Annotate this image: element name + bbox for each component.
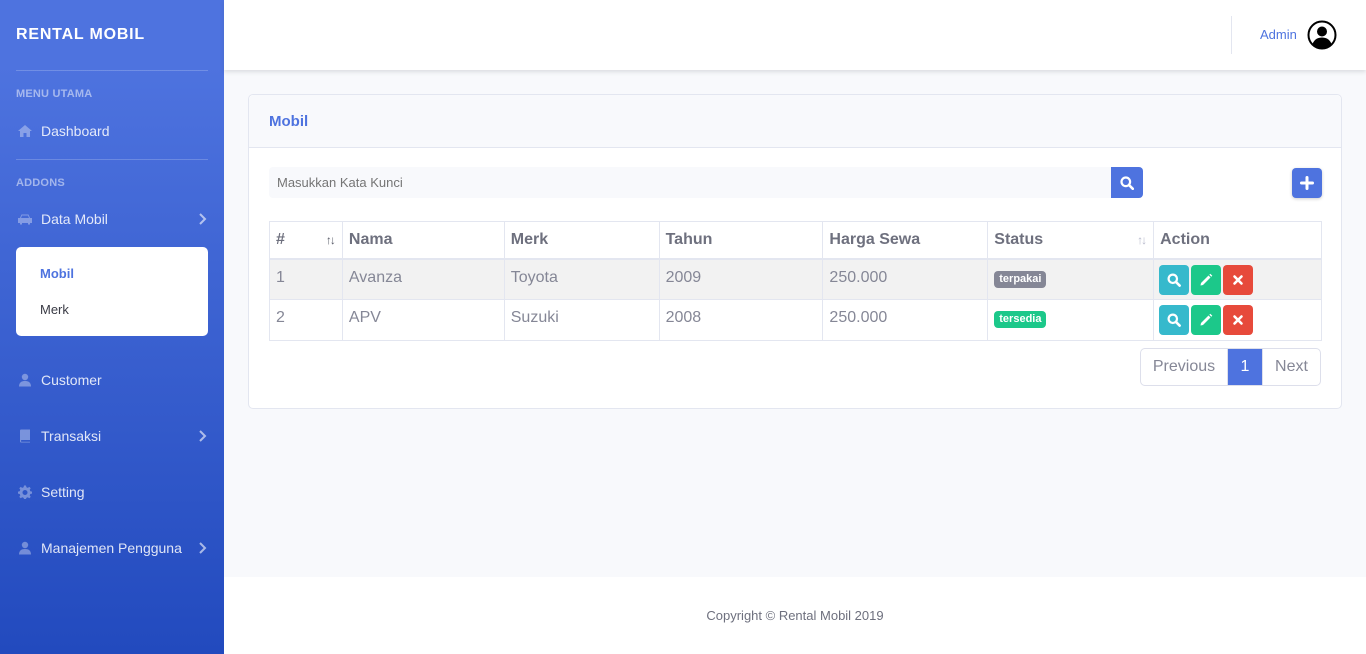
section-heading-menu-utama: MENU UTAMA [16, 88, 93, 100]
cell-number: 1 [269, 258, 343, 300]
sidebar-item-label: Transaksi [41, 428, 102, 444]
column-header-number[interactable]: # ↑↓ [269, 221, 343, 260]
sidebar-item-label: Setting [41, 484, 85, 500]
cell-action [1153, 258, 1322, 300]
column-header-nama[interactable]: Nama [341, 221, 505, 260]
copyright-text: Copyright © Rental Mobil 2019 [706, 608, 884, 623]
cell-tahun: 2009 [658, 258, 824, 300]
column-header-label: Status [994, 230, 1044, 248]
pencil-icon [1200, 273, 1213, 285]
gear-icon [16, 485, 34, 499]
brand-title[interactable]: RENTAL MOBIL [16, 26, 145, 44]
cell-nama: Avanza [341, 258, 505, 300]
user-icon [16, 541, 34, 555]
sidebar: RENTAL MOBIL MENU UTAMA Dashboard ADDONS… [0, 0, 224, 654]
column-header-action: Action [1153, 221, 1322, 260]
add-mobil-button[interactable] [1292, 168, 1322, 198]
view-button[interactable] [1159, 305, 1190, 335]
mobil-table: # ↑↓ Nama Merk Tahun Harga Sewa Status ↑↓ … [269, 221, 1322, 341]
footer: Copyright © Rental Mobil 2019 [224, 577, 1366, 654]
topbar-divider [1231, 16, 1232, 54]
pencil-icon [1200, 313, 1213, 326]
cell-status: terpakai [987, 258, 1155, 300]
sidebar-item-transaksi[interactable]: Transaksi [16, 424, 208, 448]
column-header-harga-sewa[interactable]: Harga Sewa [822, 221, 989, 260]
edit-button[interactable] [1191, 264, 1222, 295]
cell-merk: Toyota [503, 258, 660, 300]
search-icon [1167, 273, 1182, 287]
sidebar-item-setting[interactable]: Setting [16, 480, 208, 504]
chevron-right-icon [196, 212, 208, 226]
sidebar-item-data-mobil[interactable]: Data Mobil [16, 207, 208, 231]
sidebar-divider [16, 159, 208, 160]
chevron-right-icon [196, 541, 208, 555]
sidebar-item-dashboard[interactable]: Dashboard [16, 119, 208, 143]
edit-button[interactable] [1191, 305, 1222, 335]
section-heading-addons: ADDONS [16, 177, 65, 189]
sort-icon: ↑↓ [325, 233, 336, 247]
close-icon [1233, 274, 1243, 285]
car-icon [16, 212, 34, 226]
mobil-card: Mobil # ↑↓ Nama Merk Tahun Harga Sewa Sta… [248, 94, 1342, 409]
pagination-previous[interactable]: Previous [1141, 349, 1228, 385]
search-icon [1120, 175, 1134, 190]
close-icon [1233, 315, 1243, 325]
column-header-merk[interactable]: Merk [503, 221, 660, 260]
user-name[interactable]: Admin [1260, 27, 1297, 42]
cell-status: tersedia [987, 299, 1155, 341]
search-button[interactable] [1111, 167, 1143, 198]
user-icon [16, 373, 34, 387]
card-header: Mobil [249, 95, 1341, 148]
delete-button[interactable] [1223, 305, 1254, 335]
submenu-item-merk[interactable]: Merk [40, 302, 69, 317]
plus-icon [1300, 176, 1314, 190]
sidebar-item-label: Manajemen Pengguna [41, 540, 182, 556]
sidebar-item-label: Customer [41, 372, 102, 388]
submenu-item-mobil[interactable]: Mobil [40, 266, 74, 281]
book-icon [16, 429, 34, 443]
cell-tahun: 2008 [658, 299, 824, 341]
table-row: 2 APV Suzuki 2008 250.000 tersedia [269, 299, 1322, 341]
pagination-page-1[interactable]: 1 [1228, 349, 1262, 385]
pagination-next[interactable]: Next [1262, 349, 1320, 385]
column-header-label: # [276, 230, 285, 248]
sidebar-item-manajemen-pengguna[interactable]: Manajemen Pengguna [16, 536, 208, 560]
cell-number: 2 [269, 299, 343, 341]
submenu-data-mobil: Mobil Merk [16, 247, 208, 336]
avatar[interactable] [1307, 20, 1337, 50]
search-input[interactable] [269, 167, 1111, 198]
user-circle-icon [1307, 20, 1337, 50]
table-header-row: # ↑↓ Nama Merk Tahun Harga Sewa Status ↑↓ … [269, 221, 1322, 260]
cell-harga-sewa: 250.000 [822, 258, 989, 300]
cell-merk: Suzuki [503, 299, 660, 341]
home-icon [16, 124, 34, 138]
view-button[interactable] [1159, 264, 1190, 295]
card-title: Mobil [269, 113, 309, 130]
search-icon [1167, 313, 1182, 327]
sort-icon: ↑↓ [1137, 233, 1147, 247]
delete-button[interactable] [1223, 264, 1254, 295]
status-badge: terpakai [994, 270, 1047, 288]
column-header-status[interactable]: Status ↑↓ [987, 221, 1155, 260]
cell-nama: APV [341, 299, 505, 341]
sidebar-item-label: Data Mobil [41, 211, 108, 227]
status-badge: tersedia [994, 311, 1047, 328]
pagination: Previous 1 Next [1140, 348, 1321, 386]
cell-action [1153, 299, 1322, 341]
sidebar-divider [16, 70, 208, 71]
column-header-tahun[interactable]: Tahun [658, 221, 824, 260]
cell-harga-sewa: 250.000 [822, 299, 989, 341]
table-row: 1 Avanza Toyota 2009 250.000 terpakai [269, 258, 1322, 300]
chevron-right-icon [196, 429, 208, 443]
sidebar-item-label: Dashboard [41, 123, 110, 139]
topbar: Admin [224, 0, 1366, 70]
sidebar-item-customer[interactable]: Customer [16, 368, 208, 392]
